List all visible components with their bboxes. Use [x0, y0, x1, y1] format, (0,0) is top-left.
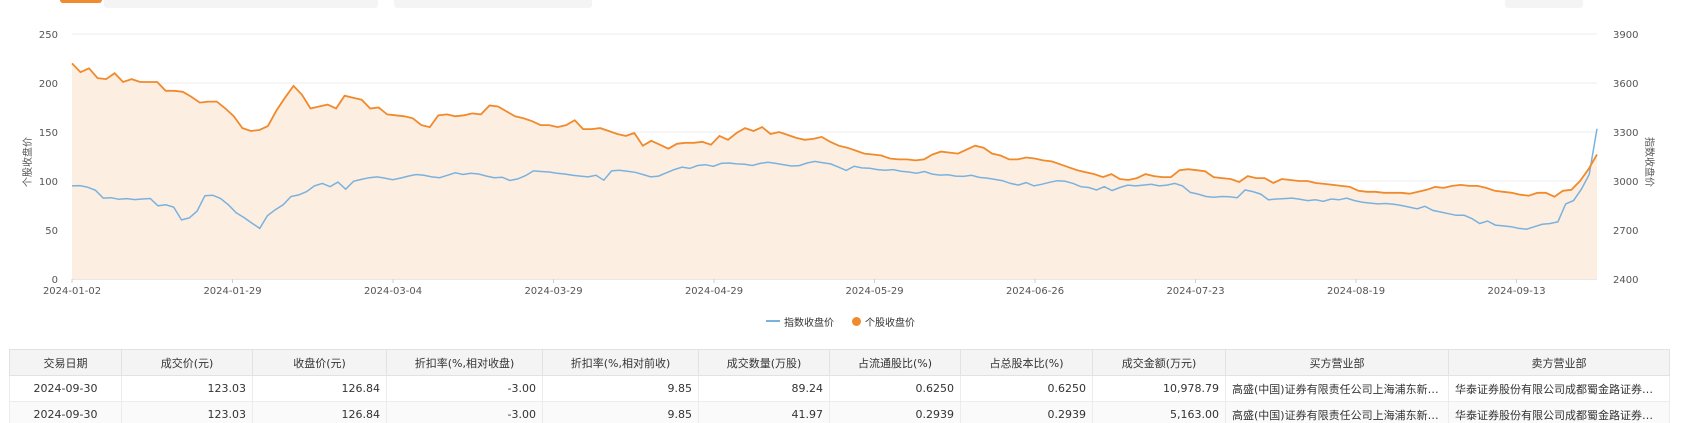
header-discount-close[interactable]: 折扣率(%,相对收盘)	[386, 349, 543, 376]
cell-seller: 华泰证券股份有限公司成都蜀金路证券营业部	[1448, 375, 1670, 402]
x-tick-label: 2024-07-23	[1166, 286, 1224, 297]
filter-dropdown[interactable]	[104, 0, 378, 8]
cell-discount-prev: 9.85	[542, 401, 699, 423]
legend-dot-icon	[852, 316, 861, 326]
left-tick-label: 250	[39, 30, 58, 41]
export-button[interactable]	[1505, 0, 1583, 8]
left-tick-label: 100	[39, 177, 58, 188]
header-seller[interactable]: 卖方营业部	[1448, 349, 1670, 376]
table-row[interactable]: 2024-09-30 123.03 126.84 -3.00 9.85 41.9…	[9, 401, 1670, 423]
right-axis-title: 指数收盘价	[1643, 137, 1656, 187]
cell-float-ratio: 0.6250	[829, 375, 961, 402]
header-float-ratio[interactable]: 占流通股比(%)	[829, 349, 961, 376]
legend-item-index[interactable]: 指数收盘价	[766, 314, 834, 329]
cell-total-ratio: 0.2939	[960, 401, 1093, 423]
legend-label-index: 指数收盘价	[784, 317, 834, 329]
left-axis-title: 个股收盘价	[21, 137, 34, 187]
table-header-row: 交易日期 成交价(元) 收盘价(元) 折扣率(%,相对收盘) 折扣率(%,相对前…	[9, 349, 1670, 376]
cell-amount: 5,163.00	[1092, 401, 1226, 423]
legend-item-stock[interactable]: 个股收盘价	[852, 314, 915, 329]
cell-close-price: 126.84	[252, 375, 387, 402]
legend-line-icon	[766, 320, 780, 322]
header-amount[interactable]: 成交金额(万元)	[1092, 349, 1226, 376]
left-tick-label: 50	[45, 226, 58, 237]
header-deal-price[interactable]: 成交价(元)	[121, 349, 253, 376]
active-tab-button[interactable]	[60, 0, 102, 3]
header-buyer[interactable]: 买方营业部	[1225, 349, 1449, 376]
header-volume[interactable]: 成交数量(万股)	[698, 349, 830, 376]
top-toolbar	[0, 0, 1681, 8]
header-close-price[interactable]: 收盘价(元)	[252, 349, 387, 376]
stock-area-layer	[72, 63, 1597, 280]
cell-deal-price: 123.03	[121, 375, 253, 402]
right-tick-label: 2400	[1613, 275, 1638, 286]
right-tick-label: 3000	[1613, 177, 1638, 188]
cell-seller: 华泰证券股份有限公司成都蜀金路证券营业部	[1448, 401, 1670, 423]
cell-amount: 10,978.79	[1092, 375, 1226, 402]
x-tick-label: 2024-03-04	[364, 286, 422, 297]
right-tick-label: 3900	[1613, 30, 1638, 41]
cell-trade-date: 2024-09-30	[9, 401, 122, 423]
right-tick-label: 3600	[1613, 79, 1638, 90]
cell-close-price: 126.84	[252, 401, 387, 423]
cell-float-ratio: 0.2939	[829, 401, 961, 423]
cell-buyer: 高盛(中国)证券有限责任公司上海浦东新区世纪大道证券营业部	[1225, 375, 1449, 402]
date-range-picker[interactable]	[394, 0, 592, 8]
cell-discount-close: -3.00	[386, 375, 543, 402]
right-tick-label: 3300	[1613, 128, 1638, 139]
left-tick-label: 150	[39, 128, 58, 139]
left-axis: 0 50 100 150 200 250	[39, 30, 58, 286]
header-trade-date[interactable]: 交易日期	[9, 349, 122, 376]
chart-legend: 指数收盘价 个股收盘价	[0, 313, 1681, 329]
x-axis: 2024-01-02 2024-01-29 2024-03-04 2024-03-29…	[43, 279, 1546, 297]
x-tick-label: 2024-06-26	[1006, 286, 1064, 297]
cell-discount-prev: 9.85	[542, 375, 699, 402]
x-tick-label: 2024-08-19	[1327, 286, 1385, 297]
x-tick-label: 2024-03-29	[524, 286, 582, 297]
right-tick-label: 2700	[1613, 226, 1638, 237]
cell-buyer: 高盛(中国)证券有限责任公司上海浦东新区世纪大道证券营业部	[1225, 401, 1449, 423]
cell-volume: 89.24	[698, 375, 830, 402]
left-tick-label: 200	[39, 79, 58, 90]
x-tick-label: 2024-04-29	[685, 286, 743, 297]
x-tick-label: 2024-05-29	[845, 286, 903, 297]
table-row[interactable]: 2024-09-30 123.03 126.84 -3.00 9.85 89.2…	[9, 375, 1670, 402]
cell-total-ratio: 0.6250	[960, 375, 1093, 402]
x-tick-label: 2024-01-29	[203, 286, 261, 297]
x-tick-label: 2024-01-02	[43, 286, 101, 297]
block-trade-table: 交易日期 成交价(元) 收盘价(元) 折扣率(%,相对收盘) 折扣率(%,相对前…	[9, 349, 1670, 423]
header-discount-prev[interactable]: 折扣率(%,相对前收)	[542, 349, 699, 376]
stock-area-fill	[72, 63, 1597, 280]
x-tick-label: 2024-09-13	[1487, 286, 1545, 297]
cell-discount-close: -3.00	[386, 401, 543, 423]
left-tick-label: 0	[52, 275, 58, 286]
cell-deal-price: 123.03	[121, 401, 253, 423]
cell-trade-date: 2024-09-30	[9, 375, 122, 402]
legend-label-stock: 个股收盘价	[865, 317, 915, 329]
header-total-ratio[interactable]: 占总股本比(%)	[960, 349, 1093, 376]
right-axis: 2400 2700 3000 3300 3600 3900	[1613, 30, 1638, 286]
cell-volume: 41.97	[698, 401, 830, 423]
price-chart: 0 50 100 150 200 250 2400 2700 3000 3300 3600 3900…	[21, 30, 1656, 297]
